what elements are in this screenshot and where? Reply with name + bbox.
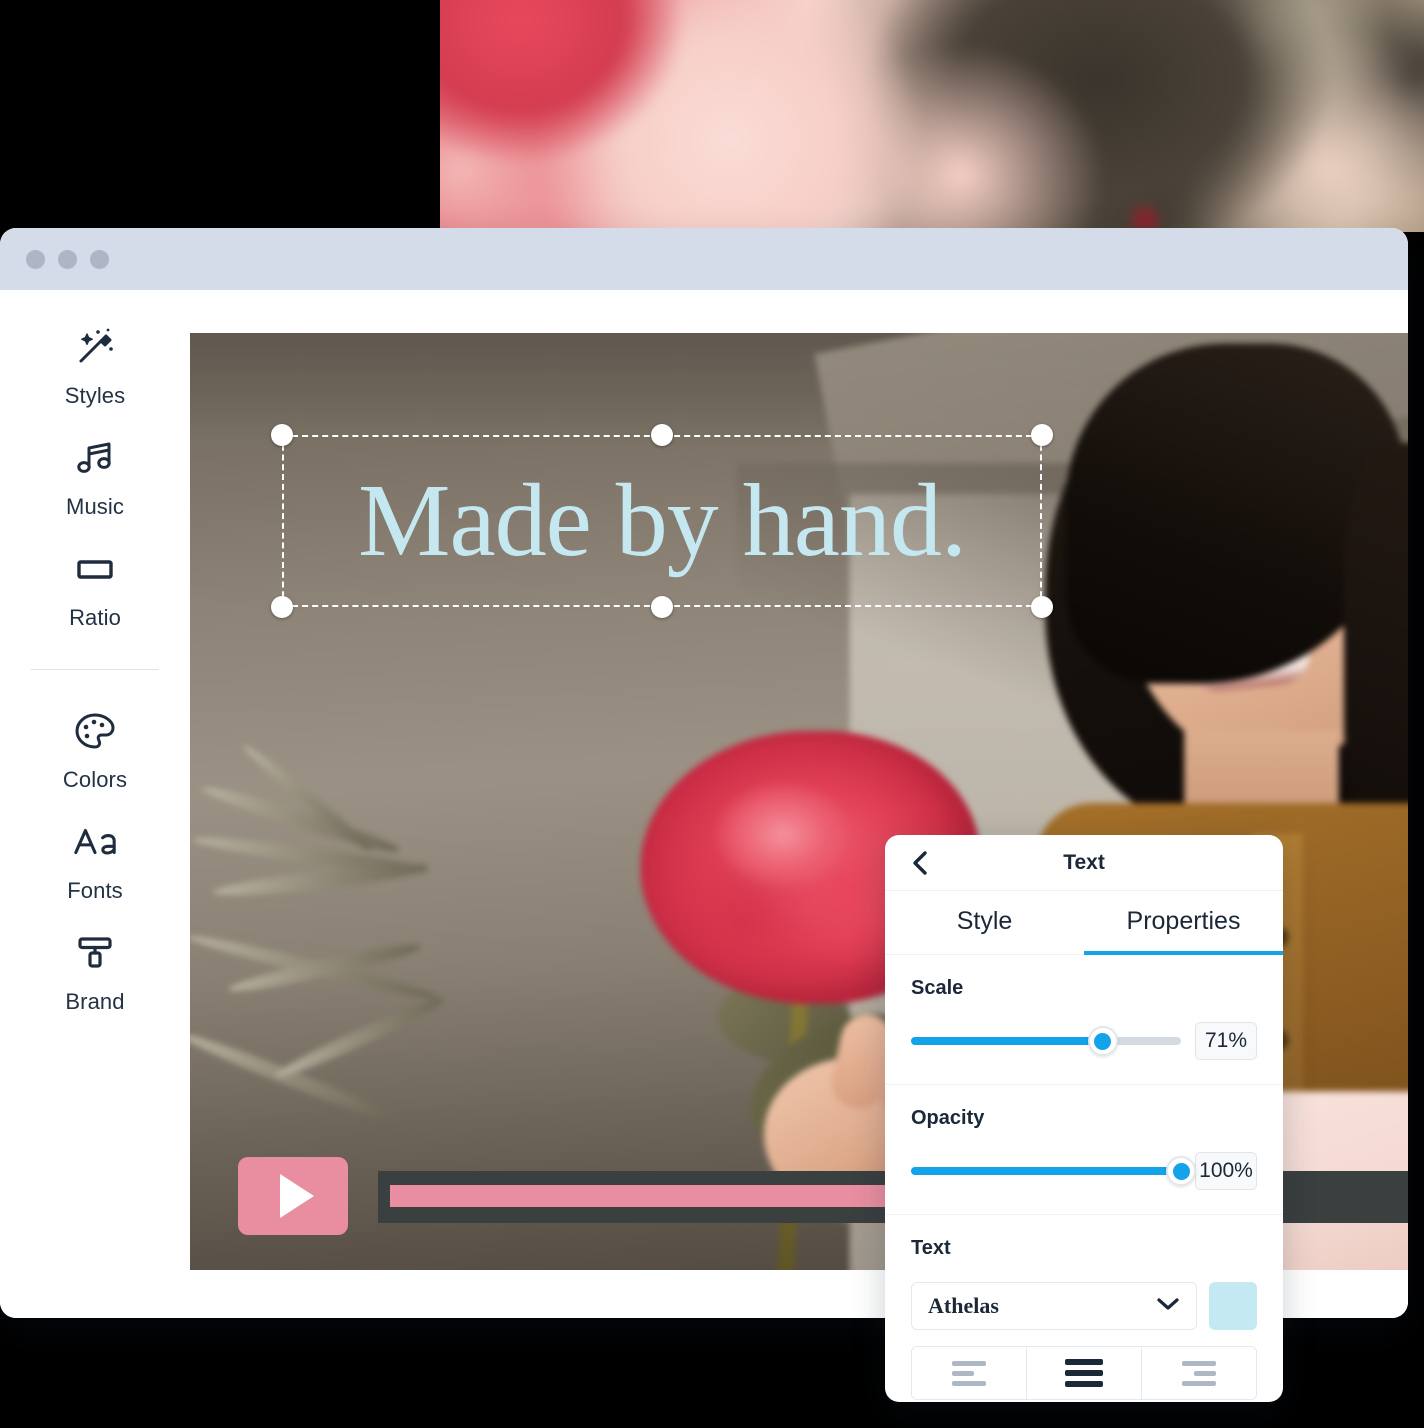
rectangle-icon <box>72 546 118 592</box>
tab-label: Properties <box>1126 907 1241 935</box>
panel-tabs: Style Properties <box>885 891 1283 955</box>
opacity-slider-track[interactable] <box>911 1156 1196 1186</box>
scale-slider-fill <box>911 1037 1103 1045</box>
play-button[interactable] <box>238 1157 348 1235</box>
panel-header: Text <box>885 835 1283 891</box>
scale-slider-row: 71% <box>911 1022 1257 1060</box>
align-left-icon <box>952 1360 986 1386</box>
resize-handle-bottom-left[interactable] <box>271 596 293 618</box>
sidebar-item-music[interactable]: Music <box>0 423 190 534</box>
selected-text-element[interactable]: Made by hand. <box>271 424 1053 618</box>
text-alignment-group <box>911 1346 1257 1400</box>
sidebar-item-label: Music <box>66 494 124 519</box>
flower-photo-layer-detail <box>440 0 1424 232</box>
resize-handle-bottom-center[interactable] <box>651 596 673 618</box>
text-color-swatch[interactable] <box>1209 1282 1257 1330</box>
opacity-slider-fill <box>911 1167 1181 1175</box>
align-center-button[interactable] <box>1027 1347 1142 1399</box>
sidebar-item-brand[interactable]: Brand <box>0 918 190 1029</box>
play-icon <box>280 1174 314 1218</box>
text-properties-panel: Text Style Properties Scale 71% Opacity <box>885 835 1283 1402</box>
scale-label: Scale <box>911 977 964 999</box>
scale-value[interactable]: 71% <box>1195 1022 1257 1060</box>
opacity-value[interactable]: 100% <box>1195 1152 1257 1190</box>
dried-plant <box>190 718 625 1161</box>
window-dot-close[interactable] <box>26 249 45 269</box>
font-name: Athelas <box>928 1293 999 1318</box>
resize-handle-top-left[interactable] <box>271 424 293 446</box>
sidebar-item-fonts[interactable]: Fonts <box>0 807 190 918</box>
paint-roller-icon <box>72 930 118 976</box>
align-left-button[interactable] <box>912 1347 1027 1399</box>
text-label: Text <box>911 1237 951 1259</box>
canvas-headline-text: Made by hand. <box>358 463 967 578</box>
align-center-icon <box>1065 1359 1103 1387</box>
tab-style[interactable]: Style <box>885 891 1084 954</box>
sidebar-item-styles[interactable]: Styles <box>0 312 190 423</box>
sidebar-item-label: Colors <box>62 767 128 792</box>
opacity-label: Opacity <box>911 1107 985 1129</box>
opacity-section: Opacity 100% <box>885 1085 1283 1215</box>
align-right-button[interactable] <box>1142 1347 1256 1399</box>
window-dot-maximize[interactable] <box>90 249 109 269</box>
align-right-icon <box>1182 1360 1216 1386</box>
resize-handle-top-center[interactable] <box>651 424 673 446</box>
window-titlebar <box>0 228 1408 290</box>
window-dot-minimize[interactable] <box>58 249 77 269</box>
panel-title: Text <box>1063 850 1105 874</box>
font-aa-icon <box>72 819 118 865</box>
sidebar-item-label: Ratio <box>69 605 121 630</box>
tab-label: Style <box>956 907 1013 935</box>
screenshot-root: Styles Music Ratio Colors Fonts Brand Ma… <box>0 0 1424 1428</box>
scale-section: Scale 71% <box>885 955 1283 1085</box>
sidebar-item-ratio[interactable]: Ratio <box>0 534 190 645</box>
resize-handle-top-right[interactable] <box>1031 424 1053 446</box>
opacity-slider-row: 100% <box>911 1152 1257 1190</box>
text-section: Text Athelas <box>885 1215 1283 1402</box>
chevron-down-icon <box>1156 1296 1180 1317</box>
font-row: Athelas <box>911 1282 1257 1330</box>
music-note-icon <box>72 435 118 481</box>
palette-icon <box>72 708 118 754</box>
font-dropdown[interactable]: Athelas <box>911 1282 1197 1330</box>
magic-wand-icon <box>72 324 118 370</box>
sidebar-item-colors[interactable]: Colors <box>0 696 190 807</box>
resize-handle-bottom-right[interactable] <box>1031 596 1053 618</box>
sidebar-item-label: Styles <box>64 383 126 408</box>
tab-properties[interactable]: Properties <box>1084 891 1283 955</box>
chevron-left-icon[interactable] <box>907 850 933 876</box>
scale-slider-knob[interactable] <box>1087 1026 1118 1056</box>
sidebar-divider <box>31 669 159 670</box>
sidebar: Styles Music Ratio Colors Fonts Brand <box>0 290 190 1318</box>
sidebar-item-label: Brand <box>65 989 125 1014</box>
background-flower-photo <box>440 0 1424 232</box>
sidebar-item-label: Fonts <box>67 878 123 903</box>
scale-slider-track[interactable] <box>911 1026 1181 1056</box>
opacity-slider-knob[interactable] <box>1166 1156 1196 1186</box>
